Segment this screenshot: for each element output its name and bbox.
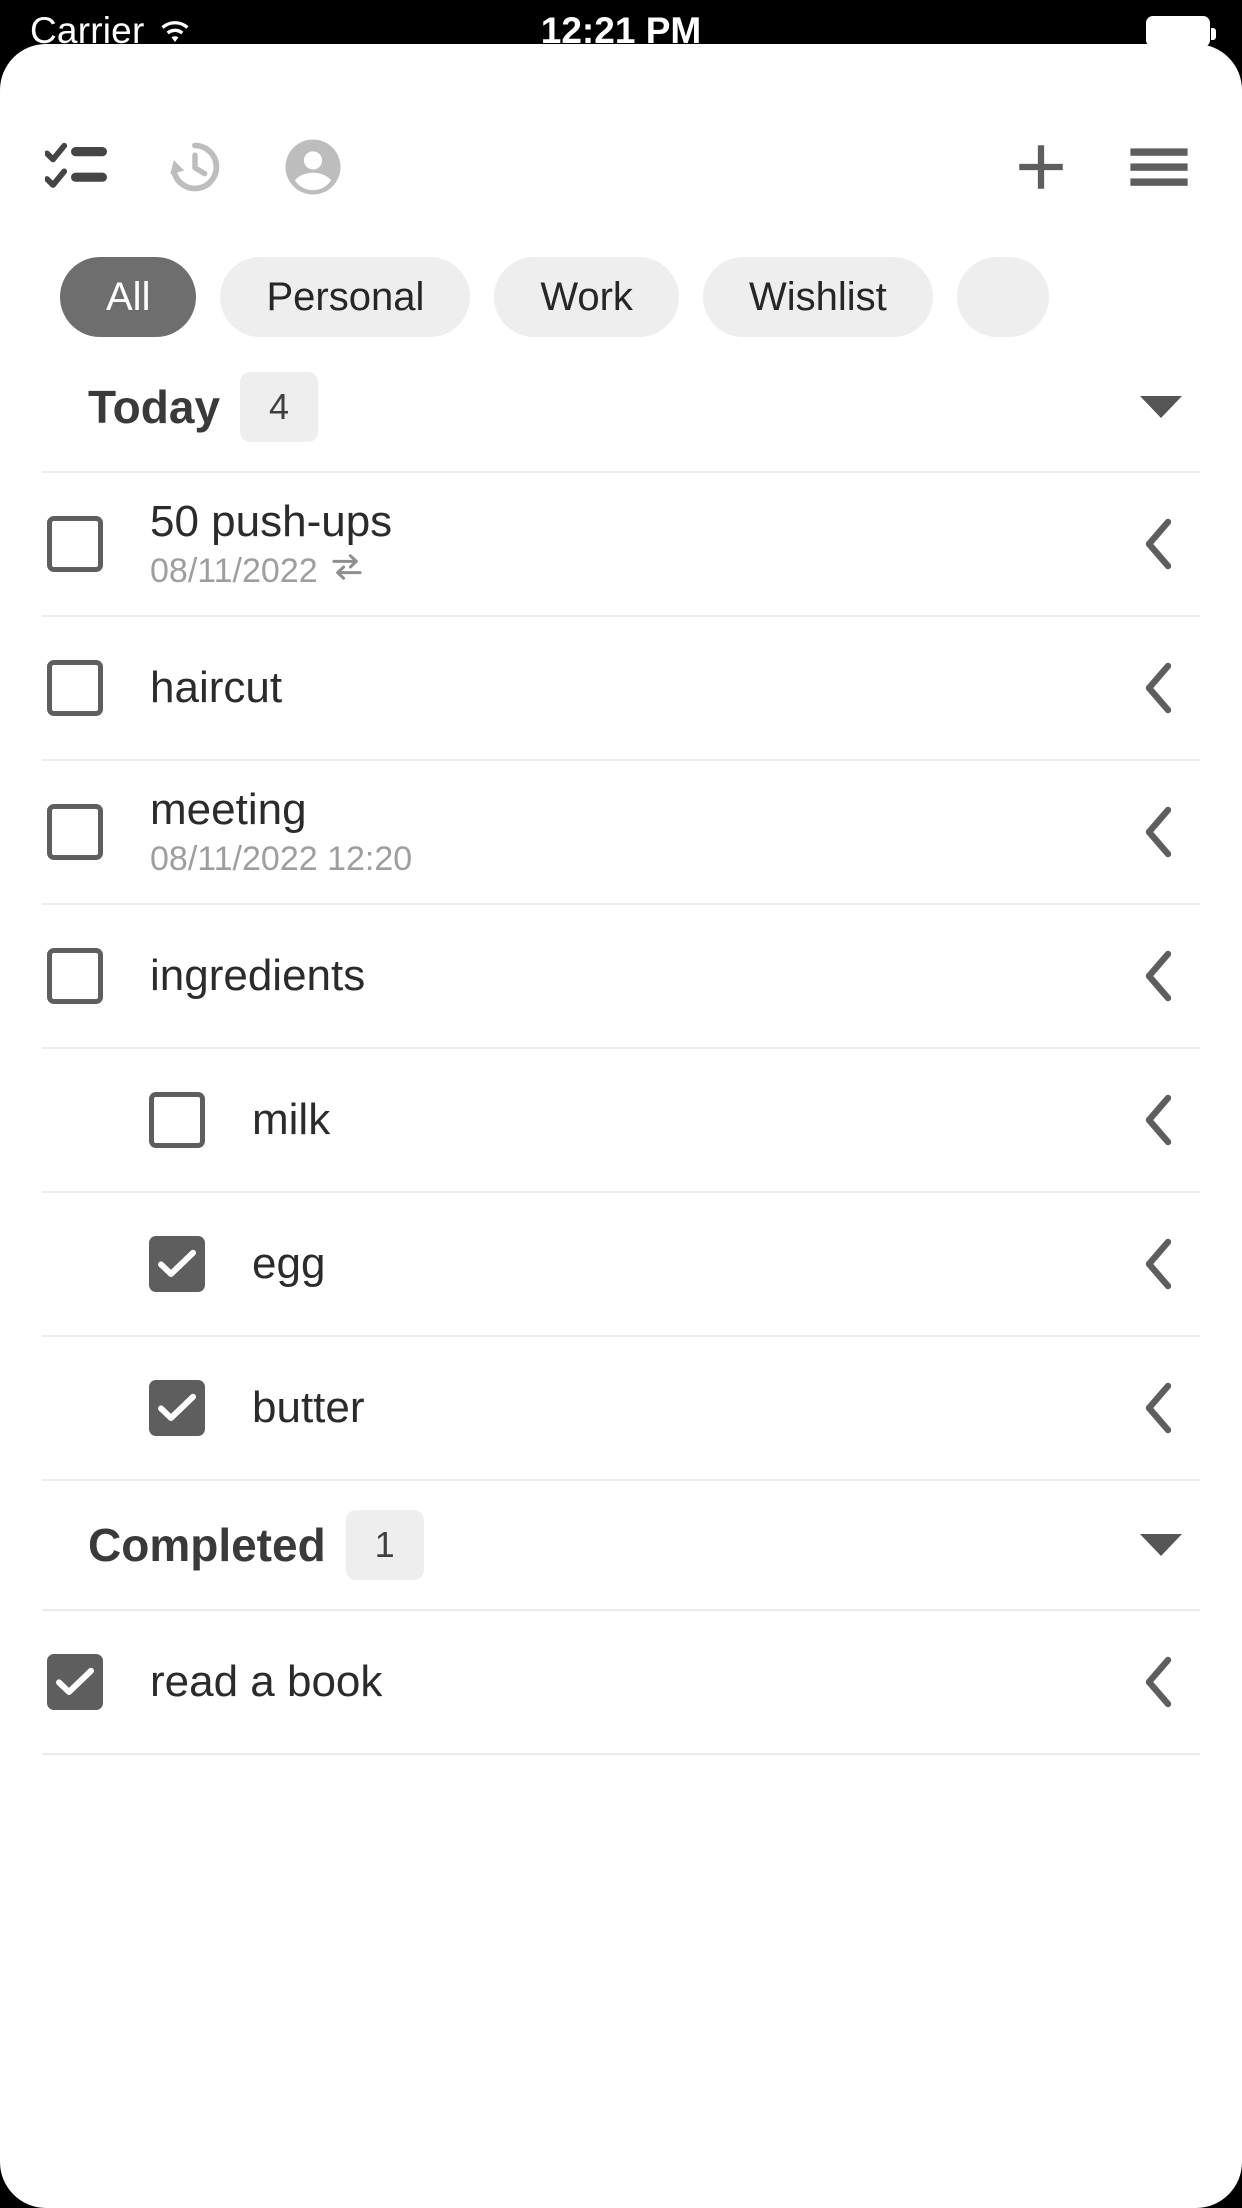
task-title: milk <box>252 1095 331 1145</box>
checkbox-cell <box>0 1654 150 1710</box>
section-count-badge: 4 <box>240 372 319 442</box>
task-checkbox[interactable] <box>149 1380 205 1436</box>
filter-chip-personal[interactable]: Personal <box>220 257 471 337</box>
toolbar-right-group <box>982 120 1242 220</box>
app-toolbar <box>0 106 1242 233</box>
task-text: haircut <box>150 663 1138 712</box>
filter-chip-overflow[interactable] <box>956 257 1049 337</box>
section-header-completed[interactable]: Completed 1 <box>0 1481 1242 1609</box>
task-title: haircut <box>150 663 283 713</box>
table-row[interactable]: egg <box>0 1193 1242 1335</box>
table-row[interactable]: haircut <box>0 617 1242 759</box>
task-checkbox[interactable] <box>47 1654 103 1710</box>
chevron-left-icon[interactable] <box>1138 802 1182 862</box>
caret-down-icon[interactable] <box>1140 1534 1182 1556</box>
task-due-date: 08/11/2022 <box>150 552 318 591</box>
task-text: milk <box>252 1095 1138 1144</box>
task-title: meeting <box>150 784 307 834</box>
checkbox-cell <box>0 804 150 860</box>
task-checkbox[interactable] <box>47 804 103 860</box>
table-row[interactable]: ingredients <box>0 905 1242 1047</box>
table-row[interactable]: read a book <box>0 1611 1242 1753</box>
filter-chips[interactable]: All Personal Work Wishlist <box>0 251 1242 343</box>
account-circle-icon <box>280 134 346 205</box>
filter-chip-all[interactable]: All <box>60 257 197 337</box>
task-meta: 08/11/2022 <box>150 552 1138 591</box>
task-checkbox[interactable] <box>149 1236 205 1292</box>
section-title: Completed <box>88 1519 326 1571</box>
task-text: read a book <box>150 1657 1138 1706</box>
table-row[interactable]: 50 push-ups 08/11/2022 <box>0 473 1242 615</box>
task-title: read a book <box>150 1657 383 1707</box>
add-task-button[interactable] <box>982 120 1100 220</box>
table-row[interactable]: meeting 08/11/2022 12:20 <box>0 761 1242 903</box>
chevron-left-icon[interactable] <box>1138 658 1182 718</box>
caret-down-icon[interactable] <box>1140 396 1182 418</box>
history-icon <box>162 134 228 205</box>
chevron-left-icon[interactable] <box>1138 1652 1182 1712</box>
section-header-today[interactable]: Today 4 <box>0 343 1242 471</box>
checkbox-cell <box>0 516 150 572</box>
plus-icon <box>1012 138 1070 201</box>
menu-button[interactable] <box>1100 120 1218 220</box>
checkbox-cell <box>102 1236 252 1292</box>
filter-chip-wishlist[interactable]: Wishlist <box>702 257 933 337</box>
task-due-date: 08/11/2022 12:20 <box>150 840 413 879</box>
task-checkbox[interactable] <box>149 1092 205 1148</box>
account-tab-button[interactable] <box>254 120 372 220</box>
checkbox-cell <box>102 1092 252 1148</box>
toolbar-left-group <box>0 120 372 220</box>
hamburger-menu-icon <box>1128 143 1190 196</box>
task-title: 50 push-ups <box>150 496 393 546</box>
chevron-left-icon[interactable] <box>1138 1090 1182 1150</box>
task-checkbox[interactable] <box>47 516 103 572</box>
repeat-icon <box>330 552 364 591</box>
task-checkbox[interactable] <box>47 660 103 716</box>
checkbox-cell <box>0 948 150 1004</box>
battery-full-icon <box>1146 15 1216 47</box>
task-meta: 08/11/2022 12:20 <box>150 840 1138 879</box>
task-title: egg <box>252 1239 326 1289</box>
task-text: egg <box>252 1239 1138 1288</box>
app-window: All Personal Work Wishlist Today 4 50 pu… <box>0 44 1242 2208</box>
history-tab-button[interactable] <box>136 120 254 220</box>
checkbox-cell <box>0 660 150 716</box>
task-title: ingredients <box>150 951 366 1001</box>
table-row[interactable]: butter <box>0 1337 1242 1479</box>
chevron-left-icon[interactable] <box>1138 946 1182 1006</box>
filter-chip-work[interactable]: Work <box>494 257 679 337</box>
checkbox-cell <box>102 1380 252 1436</box>
chevron-left-icon[interactable] <box>1138 1378 1182 1438</box>
task-text: 50 push-ups 08/11/2022 <box>150 497 1138 591</box>
task-checkbox[interactable] <box>47 948 103 1004</box>
chevron-left-icon[interactable] <box>1138 514 1182 574</box>
section-count-badge: 1 <box>345 1510 424 1580</box>
task-text: ingredients <box>150 951 1138 1000</box>
divider <box>42 1753 1200 1755</box>
chevron-left-icon[interactable] <box>1138 1234 1182 1294</box>
task-text: butter <box>252 1383 1138 1432</box>
checklist-icon <box>44 139 109 200</box>
checklist-tab-button[interactable] <box>18 120 136 220</box>
task-title: butter <box>252 1383 365 1433</box>
section-title: Today <box>88 381 221 433</box>
table-row[interactable]: milk <box>0 1049 1242 1191</box>
task-text: meeting 08/11/2022 12:20 <box>150 785 1138 879</box>
